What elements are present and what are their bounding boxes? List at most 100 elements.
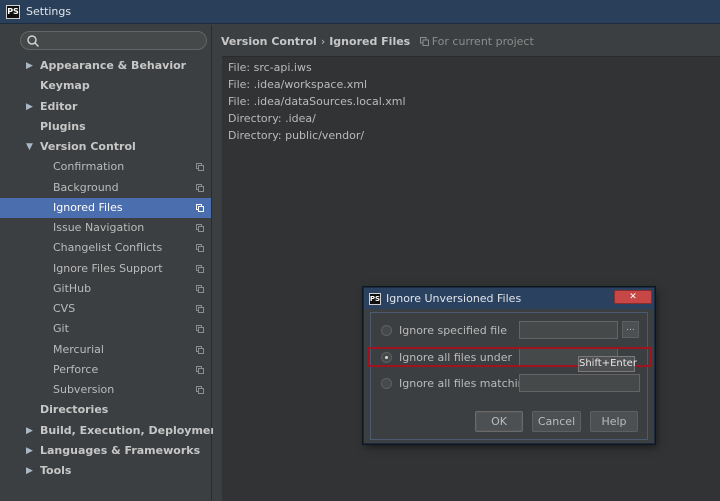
window-title: Settings [26, 5, 72, 18]
sidebar-item-label: Ignored Files [53, 200, 123, 214]
breadcrumb-separator: › [320, 35, 326, 48]
scope-text: For current project [431, 35, 534, 48]
app-logo-text: PS [7, 7, 19, 16]
sidebar-item-label: Subversion [53, 383, 115, 396]
sidebar-item-label: Tools [40, 464, 72, 477]
copy-icon [196, 183, 204, 192]
option-label: Ignore specified file [399, 324, 507, 337]
sidebar-item-label: GitHub [53, 281, 92, 295]
dialog-title: Ignore Unversioned Files [386, 292, 522, 305]
sidebar-item-label: Appearance & Behavior [40, 59, 187, 72]
chevron-right-icon[interactable]: ▶ [26, 56, 36, 76]
breadcrumb: Version Control › Ignored Files For curren… [221, 34, 534, 50]
sidebar-item-label: Ignore Files Support [53, 261, 163, 275]
sidebar-item-label: Perforce [53, 362, 99, 376]
radio-ignore-all-files-matching[interactable] [381, 378, 392, 389]
sidebar-item-label: Changelist Conflicts [53, 241, 163, 255]
copy-icon [196, 264, 204, 273]
option-label: Ignore all files matching [399, 377, 532, 390]
sidebar-item-label: Confirmation [53, 160, 125, 174]
chevron-down-icon[interactable]: ▼ [26, 137, 36, 157]
copy-icon [196, 325, 204, 334]
sidebar-item-label: Git [53, 322, 69, 336]
sidebar-item-subversion[interactable]: Subversion [0, 380, 211, 400]
copy-icon [196, 365, 204, 374]
sidebar-item-changelist-conflicts[interactable]: Changelist Conflicts [0, 238, 211, 258]
sidebar-item-languages-frameworks[interactable]: ▶ Languages & Frameworks [0, 441, 211, 461]
browse-button-label: ... [626, 323, 635, 333]
sidebar-item-label: Directories [40, 403, 109, 417]
list-item[interactable]: File: src-api.iws [228, 59, 312, 76]
list-item[interactable]: File: .idea/dataSources.local.xml [228, 93, 406, 110]
sidebar-item-confirmation[interactable]: Confirmation [0, 157, 211, 177]
close-icon: ✕ [629, 292, 637, 302]
sidebar-item-background[interactable]: Background [0, 178, 211, 198]
sidebar-item-cvs[interactable]: CVS [0, 299, 211, 319]
sidebar-item-label: Background [53, 180, 119, 194]
sidebar-item-perforce[interactable]: Perforce [0, 360, 211, 380]
dialog-titlebar[interactable]: PS Ignore Unversioned Files ✕ [364, 288, 654, 309]
sidebar-item-version-control[interactable]: ▼ Version Control [0, 137, 211, 157]
copy-icon [196, 163, 204, 172]
sidebar-item-label: Build, Execution, Deployment [40, 423, 224, 437]
sidebar-item-keymap[interactable]: Keymap [0, 76, 211, 96]
copy-icon [196, 244, 204, 253]
settings-sidebar: ▶ Appearance & Behavior Keymap ▶ Editor Plugi… [0, 25, 223, 500]
dialog-body: Ignore specified file ... Ignore all fil… [370, 312, 648, 440]
chevron-right-icon[interactable]: ▶ [26, 461, 36, 481]
chevron-right-icon[interactable]: ▶ [26, 441, 36, 461]
cancel-button[interactable]: Cancel [532, 411, 581, 432]
sidebar-item-label: Mercurial [53, 342, 104, 356]
copy-icon [196, 224, 204, 232]
radio-ignore-specified-file[interactable] [381, 325, 392, 336]
sidebar-item-directories[interactable]: Directories [0, 400, 211, 420]
copy-icon [419, 37, 429, 46]
list-item[interactable]: Directory: .idea/ [228, 110, 316, 127]
browse-button[interactable]: ... [622, 321, 639, 338]
copy-icon [196, 284, 204, 293]
copy-icon [196, 345, 204, 354]
sidebar-item-editor[interactable]: ▶ Editor [0, 97, 211, 117]
search-icon [27, 35, 40, 48]
sidebar-item-label: Version Control [40, 140, 136, 153]
chevron-right-icon[interactable]: ▶ [26, 97, 36, 117]
help-button[interactable]: Help [590, 411, 638, 432]
sidebar-item-issue-navigation[interactable]: Issue Navigation [0, 218, 211, 238]
app-logo: PS [6, 4, 20, 19]
scope-label: For current project [419, 35, 534, 48]
sidebar-item-label: Issue Navigation [53, 221, 145, 234]
sidebar-item-label: Languages & Frameworks [40, 443, 201, 457]
copy-icon [196, 386, 204, 394]
shortcut-tooltip: Shift+Enter [578, 356, 637, 372]
sidebar-item-plugins[interactable]: Plugins [0, 117, 211, 137]
list-item[interactable]: Directory: public/vendor/ [228, 127, 364, 144]
specified-file-field[interactable] [519, 321, 618, 339]
search-input[interactable] [43, 33, 205, 50]
sidebar-item-label: Plugins [40, 119, 86, 133]
close-button[interactable]: ✕ [614, 290, 652, 304]
settings-tree: ▶ Appearance & Behavior Keymap ▶ Editor Plugi… [0, 56, 223, 481]
sidebar-item-tools[interactable]: ▶ Tools [0, 461, 211, 481]
dialog-app-logo: PS [369, 292, 381, 305]
chevron-right-icon[interactable]: ▶ [26, 421, 36, 441]
list-item[interactable]: File: .idea/workspace.xml [228, 76, 367, 93]
dialog-app-logo-text: PS [369, 294, 381, 303]
copy-icon [196, 203, 204, 212]
sidebar-item-label: CVS [53, 302, 76, 315]
files-matching-field[interactable] [519, 374, 640, 392]
sidebar-item-ignored-files[interactable]: Ignored Files [0, 197, 211, 218]
copy-icon [196, 305, 204, 313]
sidebar-item-git[interactable]: Git [0, 319, 211, 339]
window-titlebar[interactable]: PS Settings [0, 0, 720, 24]
sidebar-item-label: Editor [40, 99, 78, 113]
ok-button[interactable]: OK [475, 411, 523, 432]
sidebar-item-mercurial[interactable]: Mercurial [0, 340, 211, 360]
sidebar-item-label: Keymap [40, 79, 90, 93]
sidebar-item-appearance-behavior[interactable]: ▶ Appearance & Behavior [0, 56, 211, 76]
search-box[interactable] [20, 31, 207, 50]
breadcrumb-parent[interactable]: Version Control [221, 35, 317, 48]
sidebar-item-build-execution-deployment[interactable]: ▶ Build, Execution, Deployment [0, 421, 223, 441]
breadcrumb-current: Ignored Files [329, 35, 411, 48]
sidebar-item-ignore-files-support[interactable]: Ignore Files Support [0, 259, 211, 279]
sidebar-item-github[interactable]: GitHub [0, 279, 211, 299]
